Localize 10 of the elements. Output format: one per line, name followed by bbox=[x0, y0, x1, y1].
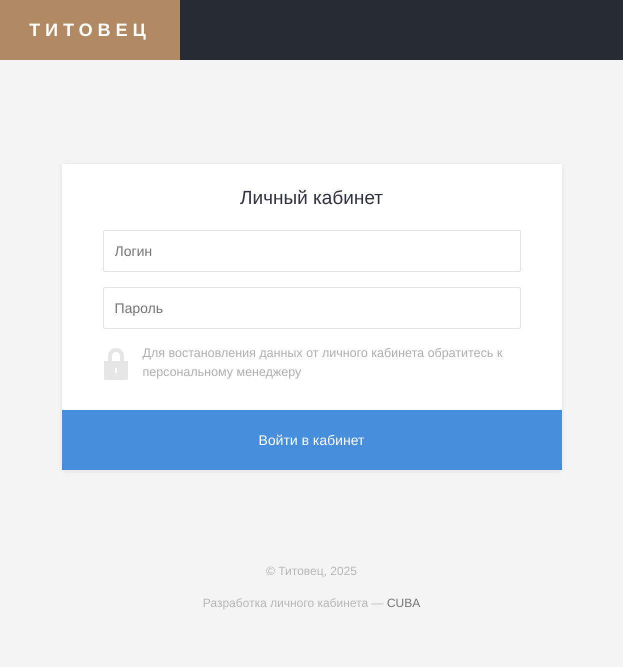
lock-icon bbox=[102, 346, 128, 380]
developer-credit: Разработка личного кабинета — CUBA bbox=[202, 596, 422, 610]
login-button[interactable]: Войти в кабинет bbox=[62, 410, 562, 470]
logo: ТИТОВЕЦ bbox=[0, 0, 180, 60]
copyright: © Титовец, 2025 bbox=[265, 564, 358, 578]
card-title: Личный кабинет bbox=[239, 188, 384, 210]
input-field[interactable]: Логин bbox=[102, 230, 520, 272]
recovery-hint: Для востановления данных от личного кабинета обратитесь к персональному менеджеру bbox=[142, 345, 504, 381]
developer-link[interactable]: CUBA bbox=[386, 596, 420, 610]
input-field[interactable]: Пароль bbox=[102, 287, 520, 329]
